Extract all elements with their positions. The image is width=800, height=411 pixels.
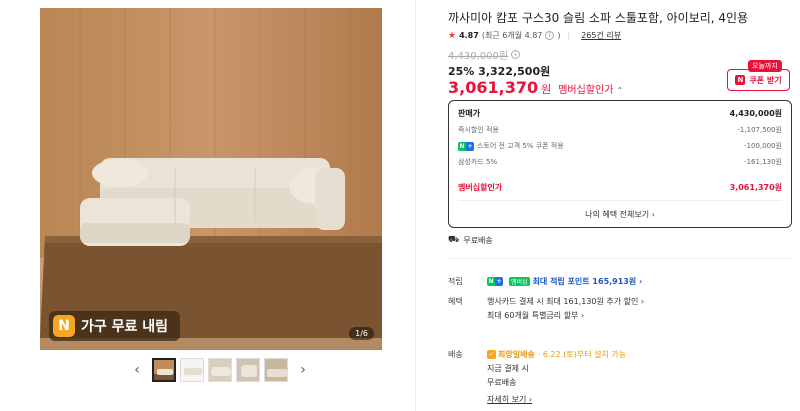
main-product-image[interactable]: N 가구 무료 내림 1/6 — [40, 8, 382, 350]
star-icon: ★ — [448, 30, 457, 41]
today-only-badge: 오늘까지 — [748, 60, 782, 72]
thumbnail-5[interactable] — [264, 358, 288, 382]
delivery-date-row: ✓ 희망일배송 · 6.22.(토)부터 설치 가능 — [487, 350, 627, 359]
points-row[interactable]: N + 멤버십 최대 적립 포인트 165,913원 › — [487, 276, 642, 287]
column-divider — [415, 0, 416, 411]
review-count-link[interactable]: 265건 리뷰 — [581, 30, 621, 41]
thumbnail-3[interactable] — [208, 358, 232, 382]
price-row-store-coupon: N + 스토어 전 고객 5% 쿠폰 적용 -100,000원 — [458, 141, 782, 151]
delivery-icon: ✓ — [487, 350, 496, 359]
product-title: 까사미아 캄포 구스30 슬림 소파 스툴포함, 아이보리, 4인용 — [448, 11, 749, 25]
card-benefit-link[interactable]: 행사카드 결제 시 최대 161,130원 추가 할인 › — [487, 296, 644, 307]
n-delivery-icon: N — [53, 315, 75, 337]
naver-coupon-icon: N — [735, 75, 746, 85]
delivery-detail-link[interactable]: 자세히 보기 › — [487, 394, 532, 405]
thumbnail-strip: ‹ › — [130, 358, 310, 382]
price-row-card: 삼성카드 5% -161,130원 — [458, 158, 782, 166]
image-counter: 1/6 — [349, 327, 374, 340]
points-label: 적립 — [448, 277, 463, 286]
chevron-up-icon[interactable]: ⌃ — [616, 86, 623, 95]
discount-price: 25% 3,322,500원 — [448, 65, 551, 78]
thumbnail-4[interactable] — [236, 358, 260, 382]
box-divider — [458, 200, 782, 201]
promo-badge: N 가구 무료 내림 — [49, 311, 181, 341]
promo-text: 가구 무료 내림 — [81, 319, 169, 335]
installment-link[interactable]: 최대 60개월 특별금리 할부 › — [487, 310, 584, 321]
member-price-row[interactable]: 3,061,370 원 멤버십할인가 ⌃ — [448, 78, 623, 97]
delivery-free: 무료배송 — [487, 378, 517, 387]
price-row-sale: 판매가 4,430,000원 — [458, 109, 782, 118]
price-info-icon[interactable]: i — [511, 50, 521, 59]
truck-icon: ⛟ — [448, 235, 460, 245]
naver-plus-icon: N + — [458, 141, 474, 151]
price-row-member: 멤버십할인가 3,061,370원 — [458, 183, 782, 192]
prev-thumbnail-icon[interactable]: ‹ — [130, 362, 144, 378]
sofa-photo — [40, 8, 382, 350]
benefit-label: 혜택 — [448, 297, 463, 306]
membership-badge: 멤버십 — [509, 277, 530, 286]
info-icon[interactable]: i — [545, 31, 555, 40]
naver-plus-icon: N + — [487, 277, 503, 286]
thumbnail-1[interactable] — [152, 358, 176, 382]
delivery-label: 배송 — [448, 350, 463, 359]
member-price-label: 멤버십할인가 — [558, 85, 614, 96]
original-price: 4,430,000원 i — [448, 47, 521, 62]
coupon-button[interactable]: N 쿠폰 받기 — [727, 69, 790, 91]
all-benefits-link[interactable]: 나의 혜택 전체보기 › — [448, 209, 792, 220]
rating-recent: (최근 6개월 4.87 — [481, 31, 543, 40]
delivery-pay-now: 지금 결제 시 — [487, 364, 529, 373]
member-price: 3,061,370 — [448, 78, 539, 97]
free-shipping-row: ⛟ 무료배송 — [448, 235, 493, 245]
section-divider — [448, 258, 792, 259]
thumbnail-2[interactable] — [180, 358, 204, 382]
rating-score: 4.87 — [459, 31, 479, 40]
hope-delivery-badge: ✓ 희망일배송 — [487, 350, 535, 359]
price-row-instant-discount: 즉시할인 적용 -1,107,500원 — [458, 126, 782, 134]
rating-row: ★ 4.87 (최근 6개월 4.87 i) | 265건 리뷰 — [448, 30, 622, 41]
gallery-section: N 가구 무료 내림 1/6 ‹ › — [0, 0, 415, 411]
next-thumbnail-icon[interactable]: › — [296, 362, 310, 378]
